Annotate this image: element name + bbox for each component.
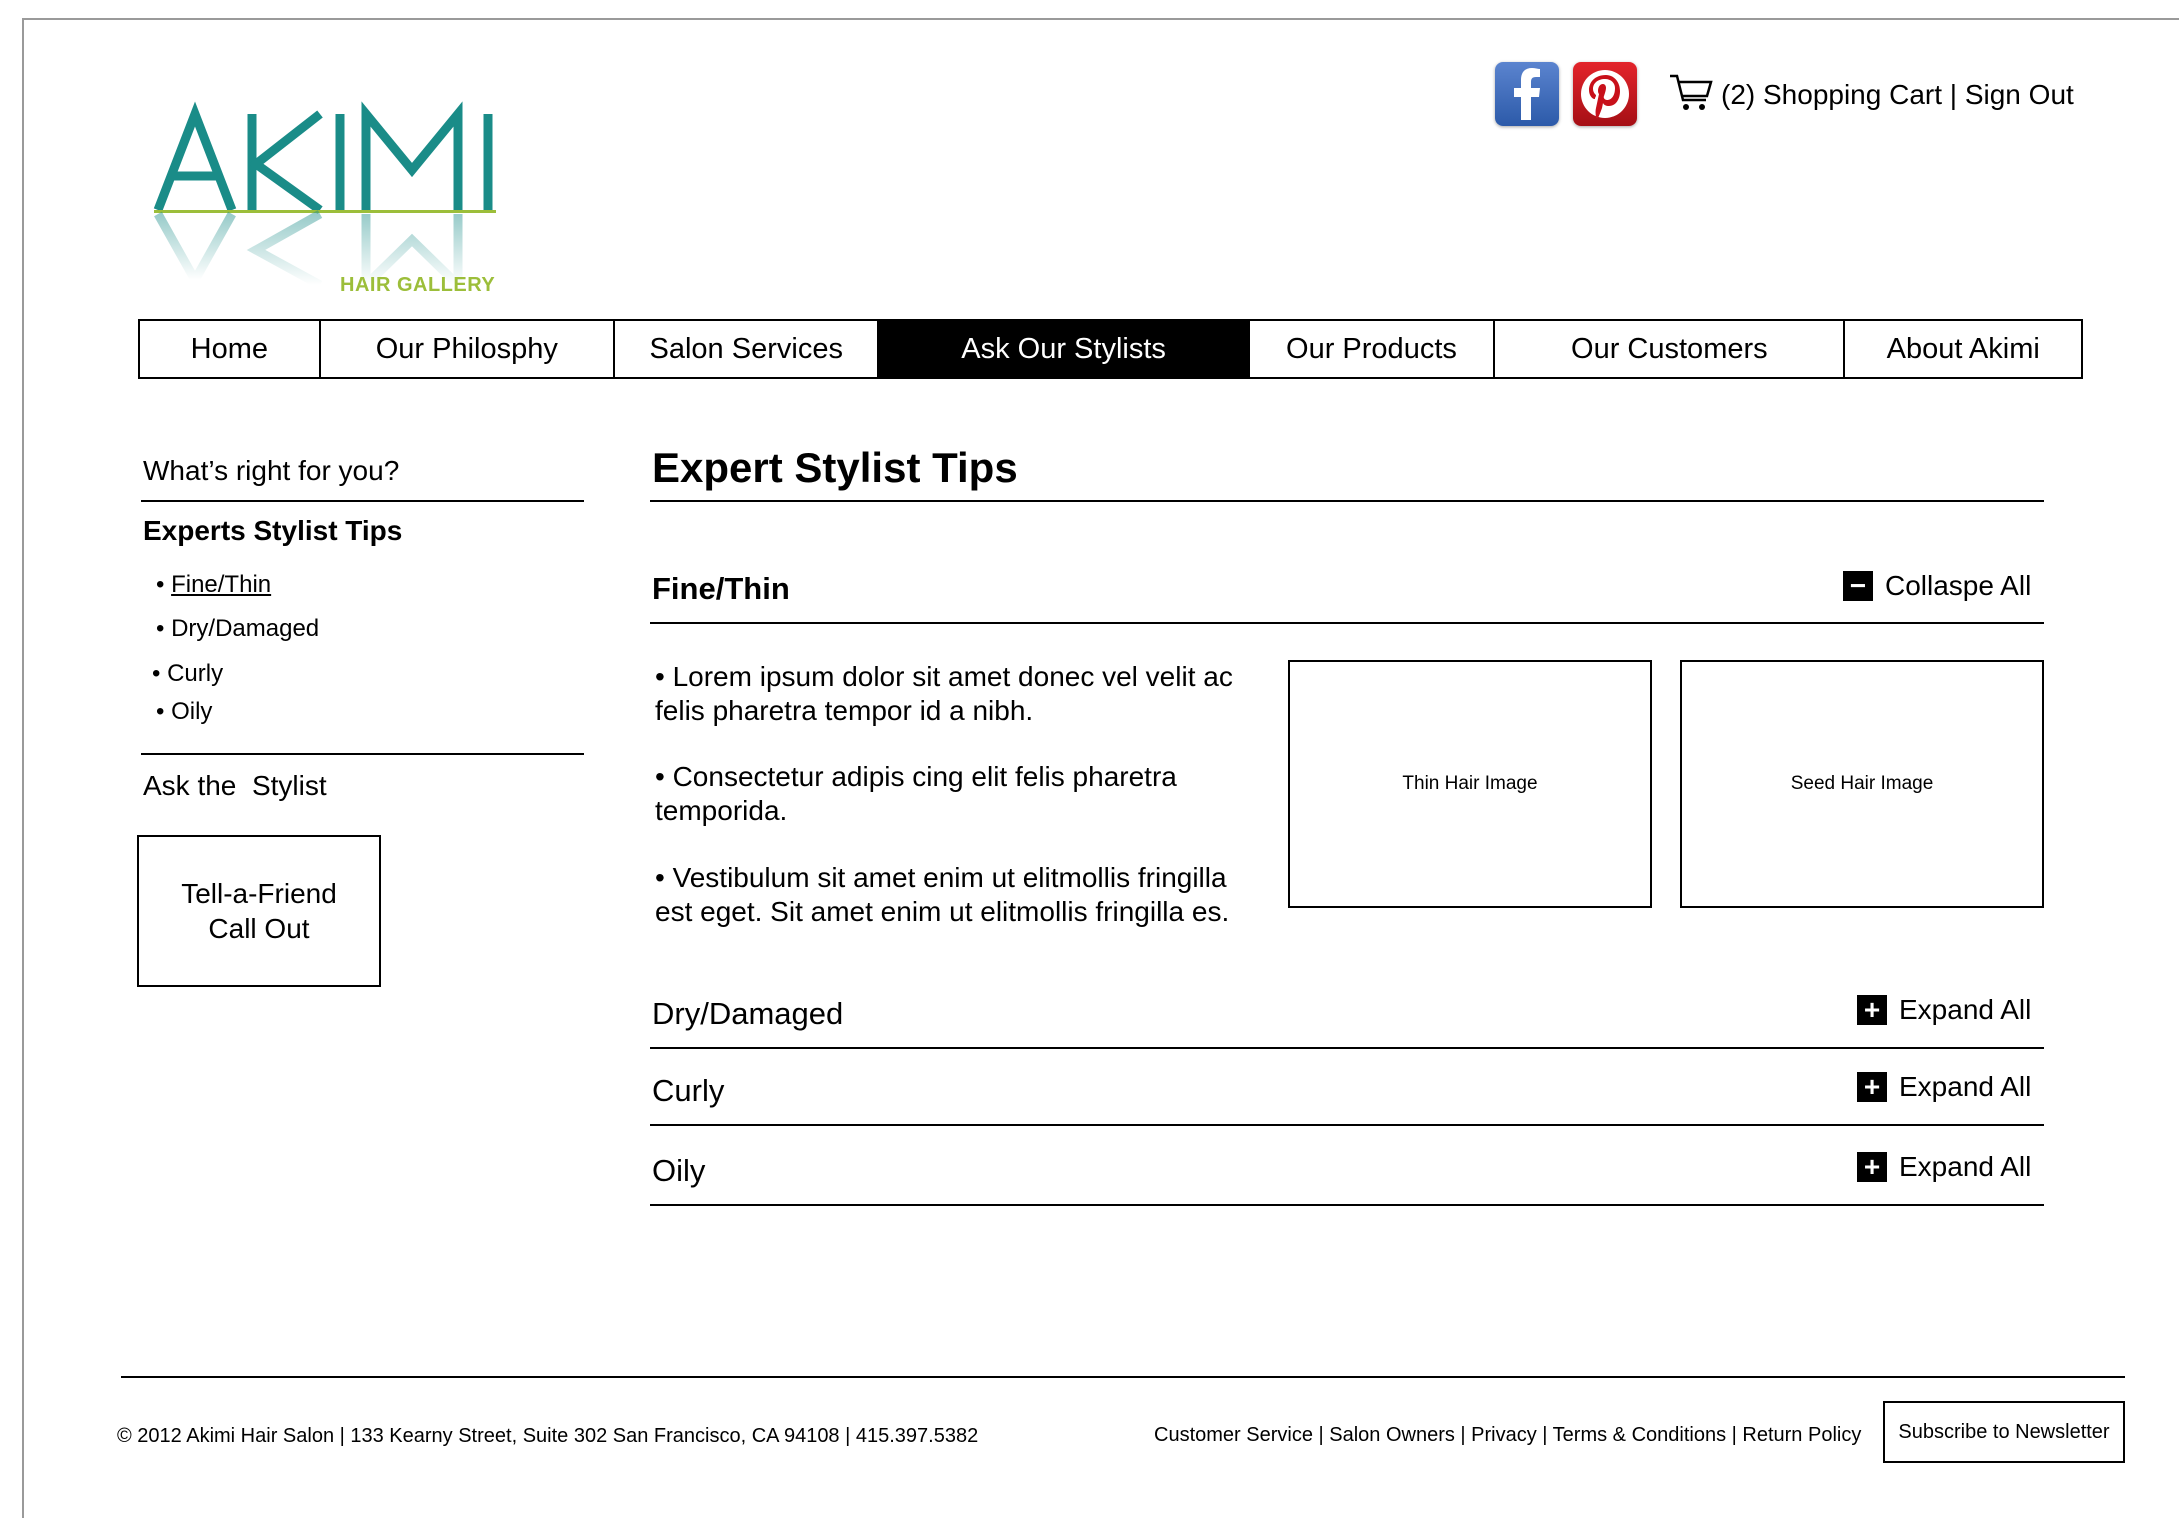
sidebar-heading[interactable]: Experts Stylist Tips <box>143 515 402 547</box>
toggle-label: Expand All <box>1899 1071 2032 1102</box>
sidebar-question[interactable]: What’s right for you? <box>143 455 399 487</box>
thin-hair-image-placeholder: Thin Hair Image <box>1288 660 1652 908</box>
shopping-cart-icon[interactable] <box>1668 72 1714 114</box>
cart-signout-link[interactable]: (2) Shopping Cart | Sign Out <box>1721 79 2074 111</box>
sidebar-item-label: Oily <box>171 698 213 725</box>
nav-our-products[interactable]: Our Products <box>1250 321 1496 377</box>
section-divider <box>650 622 2044 624</box>
minus-icon: − <box>1843 571 1873 601</box>
toggle-label: Collaspe All <box>1885 570 2032 601</box>
logo-subtitle: HAIR GALLERY <box>340 274 496 296</box>
sidebar-item-dry-damaged[interactable]: • Dry/Damaged <box>156 615 319 643</box>
expand-all-toggle[interactable]: + Expand All <box>1857 994 2031 1026</box>
nav-ask-our-stylists[interactable]: Ask Our Stylists <box>879 321 1250 377</box>
nav-our-customers[interactable]: Our Customers <box>1495 321 1846 377</box>
section-title-curly[interactable]: Curly <box>652 1073 724 1109</box>
section-title-fine-thin[interactable]: Fine/Thin <box>652 571 790 607</box>
footer-divider <box>121 1376 2125 1378</box>
collapse-all-toggle[interactable]: − Collaspe All <box>1843 570 2031 602</box>
main-nav: Home Our Philosphy Salon Services Ask Ou… <box>138 319 2083 379</box>
pinterest-icon[interactable] <box>1573 62 1637 126</box>
expand-all-toggle[interactable]: + Expand All <box>1857 1151 2031 1183</box>
akimi-logo[interactable] <box>150 100 500 300</box>
callout-line-2: Call Out <box>208 913 310 944</box>
tip-bullet: • Vestibulum sit amet enim ut elitmollis… <box>655 862 1230 927</box>
section-divider <box>650 1124 2044 1126</box>
sidebar-divider <box>141 500 584 502</box>
page-title: Expert Stylist Tips <box>652 444 1018 491</box>
toggle-label: Expand All <box>1899 1151 2032 1182</box>
plus-icon: + <box>1857 1072 1887 1102</box>
sidebar-divider <box>141 753 584 755</box>
callout-line-1: Tell-a-Friend <box>181 878 337 909</box>
title-divider <box>650 500 2044 502</box>
tell-a-friend-callout[interactable]: Tell-a-Friend Call Out <box>137 835 381 987</box>
section-title-dry-damaged[interactable]: Dry/Damaged <box>652 996 843 1032</box>
sidebar-item-curly[interactable]: • Curly <box>152 660 223 688</box>
sidebar-item-fine-thin[interactable]: • Fine/Thin <box>156 571 271 599</box>
toggle-label: Expand All <box>1899 994 2032 1025</box>
expand-all-toggle[interactable]: + Expand All <box>1857 1071 2031 1103</box>
plus-icon: + <box>1857 1152 1887 1182</box>
facebook-icon[interactable] <box>1495 62 1559 126</box>
sidebar-item-oily[interactable]: • Oily <box>156 698 212 726</box>
sidebar-item-label: Fine/Thin <box>171 571 272 598</box>
nav-about-akimi[interactable]: About Akimi <box>1845 321 2081 377</box>
sidebar-item-label: Curly <box>167 660 224 687</box>
nav-salon-services[interactable]: Salon Services <box>615 321 880 377</box>
section-divider <box>650 1204 2044 1206</box>
sidebar-item-label: Dry/Damaged <box>171 615 320 642</box>
subscribe-newsletter-button[interactable]: Subscribe to Newsletter <box>1883 1401 2125 1463</box>
seed-hair-image-placeholder: Seed Hair Image <box>1680 660 2044 908</box>
footer-links[interactable]: Customer Service | Salon Owners | Privac… <box>1154 1424 1861 1447</box>
akimi-logo-mark <box>153 101 496 296</box>
section-title-oily[interactable]: Oily <box>652 1153 705 1189</box>
tip-bullet: • Lorem ipsum dolor sit amet donec vel v… <box>655 661 1233 726</box>
plus-icon: + <box>1857 995 1887 1025</box>
nav-our-philosophy[interactable]: Our Philosphy <box>321 321 616 377</box>
footer-copyright: © 2012 Akimi Hair Salon | 133 Kearny Str… <box>117 1425 979 1447</box>
nav-home[interactable]: Home <box>140 321 321 377</box>
tip-bullet: • Consectetur adipis cing elit felis pha… <box>655 761 1177 826</box>
sidebar-ask-stylist[interactable]: Ask the Stylist <box>143 770 327 802</box>
section-divider <box>650 1047 2044 1049</box>
